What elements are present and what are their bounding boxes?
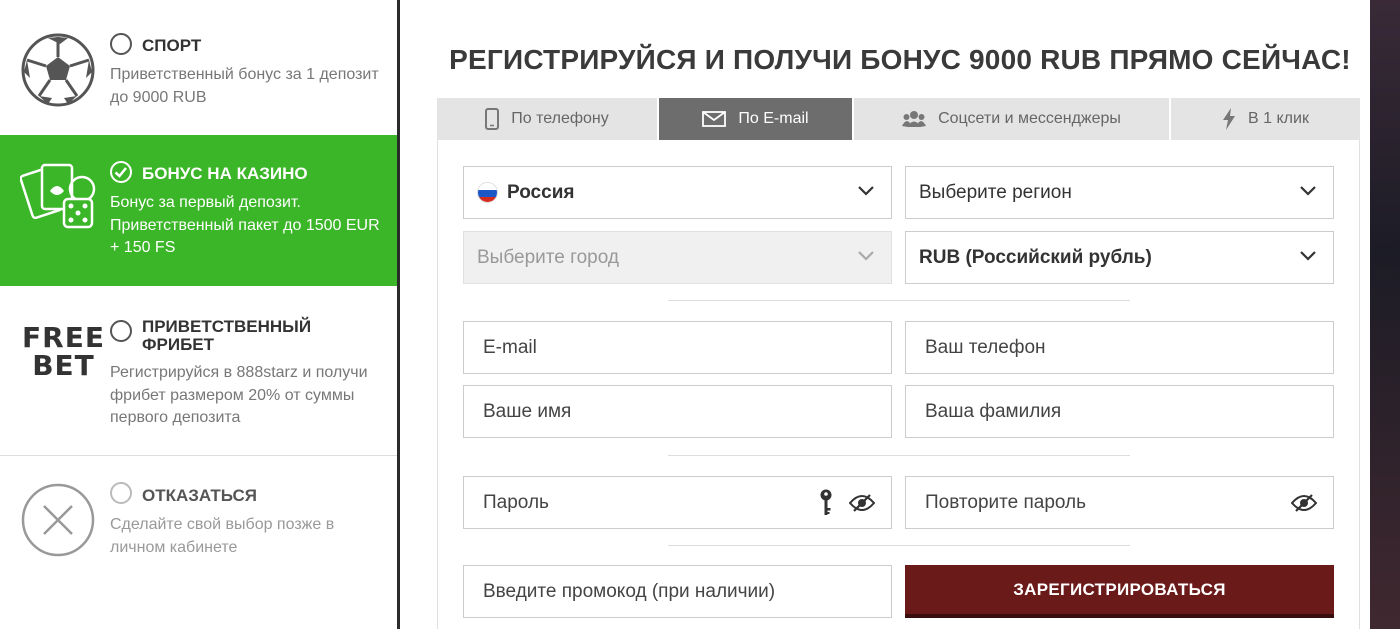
tab-email[interactable]: По E-mail bbox=[659, 98, 854, 140]
casino-description: Бонус за первый депозит. Приветственный … bbox=[110, 194, 380, 256]
casino-cards-dice-icon bbox=[20, 163, 96, 229]
register-button[interactable]: ЗАРЕГИСТРИРОВАТЬСЯ bbox=[905, 565, 1334, 618]
city-placeholder: Выберите город bbox=[477, 246, 619, 268]
tab-social[interactable]: Соцсети и мессенджеры bbox=[854, 98, 1171, 140]
country-select[interactable]: Россия bbox=[463, 166, 892, 219]
password-placeholder: Пароль bbox=[483, 491, 549, 513]
sport-description: Приветственный бонус за 1 депозит до 900… bbox=[110, 66, 379, 106]
bonus-option-decline[interactable]: Отказаться Сделайте свой выбор позже в л… bbox=[0, 456, 398, 629]
chevron-down-icon bbox=[858, 251, 874, 261]
casino-radio-checked[interactable] bbox=[110, 161, 132, 183]
tab-phone[interactable]: По телефону bbox=[437, 98, 659, 140]
password-repeat-placeholder: Повторите пароль bbox=[925, 491, 1087, 513]
first-name-placeholder: Ваше имя bbox=[483, 400, 572, 422]
close-circle-icon bbox=[21, 483, 95, 557]
last-name-field[interactable]: Ваша фамилия bbox=[905, 385, 1334, 438]
email-placeholder: E-mail bbox=[483, 336, 537, 358]
sport-title: Спорт bbox=[142, 36, 202, 55]
phone-field[interactable]: Ваш телефон bbox=[905, 321, 1334, 374]
eye-slash-icon[interactable] bbox=[849, 493, 875, 513]
page-backdrop bbox=[1370, 0, 1400, 629]
password-field[interactable]: Пароль bbox=[463, 476, 892, 529]
freebet-logo: FREE BET bbox=[22, 321, 105, 382]
currency-select[interactable]: RUB (Российский рубль) bbox=[905, 231, 1334, 284]
last-name-placeholder: Ваша фамилия bbox=[925, 400, 1062, 422]
tab-social-label: Соцсети и мессенджеры bbox=[938, 110, 1121, 127]
casino-title: Бонус на казино bbox=[142, 164, 308, 183]
freebet-title: Приветственный фрибет bbox=[142, 317, 312, 354]
freebet-radio[interactable] bbox=[110, 320, 132, 342]
chevron-down-icon bbox=[858, 186, 874, 196]
bonus-panel: Спорт Приветственный бонус за 1 депозит … bbox=[0, 0, 398, 629]
promo-code-field[interactable]: Введите промокод (при наличии) bbox=[463, 565, 892, 618]
russia-flag-icon bbox=[477, 182, 498, 203]
phone-icon bbox=[485, 108, 500, 130]
separator bbox=[668, 545, 1130, 546]
chevron-down-icon bbox=[1300, 251, 1316, 261]
separator bbox=[668, 455, 1130, 456]
country-value: Россия bbox=[507, 181, 575, 203]
tab-one-click[interactable]: В 1 клик bbox=[1171, 98, 1360, 140]
region-placeholder: Выберите регион bbox=[919, 181, 1072, 203]
registration-tabs: По телефону По E-mail Соцсети и мессендж… bbox=[437, 98, 1360, 140]
phone-placeholder: Ваш телефон bbox=[925, 336, 1046, 358]
currency-value: RUB (Российский рубль) bbox=[919, 246, 1152, 268]
users-icon bbox=[902, 110, 927, 128]
freebet-description: Регистрируйся в 888starz и получи фрибет… bbox=[110, 364, 368, 426]
decline-description: Сделайте свой выбор позже в личном кабин… bbox=[110, 516, 335, 556]
decline-radio[interactable] bbox=[110, 482, 132, 504]
page-title: РЕГИСТРИРУЙСЯ И ПОЛУЧИ БОНУС 9000 RUB ПР… bbox=[449, 44, 1351, 75]
separator bbox=[668, 300, 1130, 301]
tab-phone-label: По телефону bbox=[511, 110, 609, 127]
sport-radio[interactable] bbox=[110, 33, 132, 55]
envelope-icon bbox=[702, 111, 727, 127]
checkmark-icon bbox=[114, 167, 127, 178]
password-repeat-field[interactable]: Повторите пароль bbox=[905, 476, 1334, 529]
email-field[interactable]: E-mail bbox=[463, 321, 892, 374]
bonus-option-sport[interactable]: Спорт Приветственный бонус за 1 депозит … bbox=[0, 0, 398, 135]
soccer-ball-icon bbox=[21, 33, 95, 107]
chevron-down-icon bbox=[1300, 186, 1316, 196]
tab-one-click-label: В 1 клик bbox=[1248, 110, 1309, 127]
tab-email-label: По E-mail bbox=[738, 110, 809, 127]
eye-slash-icon[interactable] bbox=[1291, 493, 1317, 513]
region-select[interactable]: Выберите регион bbox=[905, 166, 1334, 219]
lightning-icon bbox=[1222, 108, 1236, 130]
first-name-field[interactable]: Ваше имя bbox=[463, 385, 892, 438]
bonus-option-freebet[interactable]: FREE BET Приветственный фрибет Регистрир… bbox=[0, 286, 398, 456]
bonus-option-casino[interactable]: Бонус на казино Бонус за первый депозит.… bbox=[0, 135, 398, 286]
registration-form: РЕГИСТРИРУЙСЯ И ПОЛУЧИ БОНУС 9000 RUB ПР… bbox=[400, 0, 1370, 629]
key-icon[interactable] bbox=[819, 489, 833, 517]
decline-title: Отказаться bbox=[142, 486, 258, 505]
city-select[interactable]: Выберите город bbox=[463, 231, 892, 284]
promo-placeholder: Введите промокод (при наличии) bbox=[483, 580, 776, 602]
